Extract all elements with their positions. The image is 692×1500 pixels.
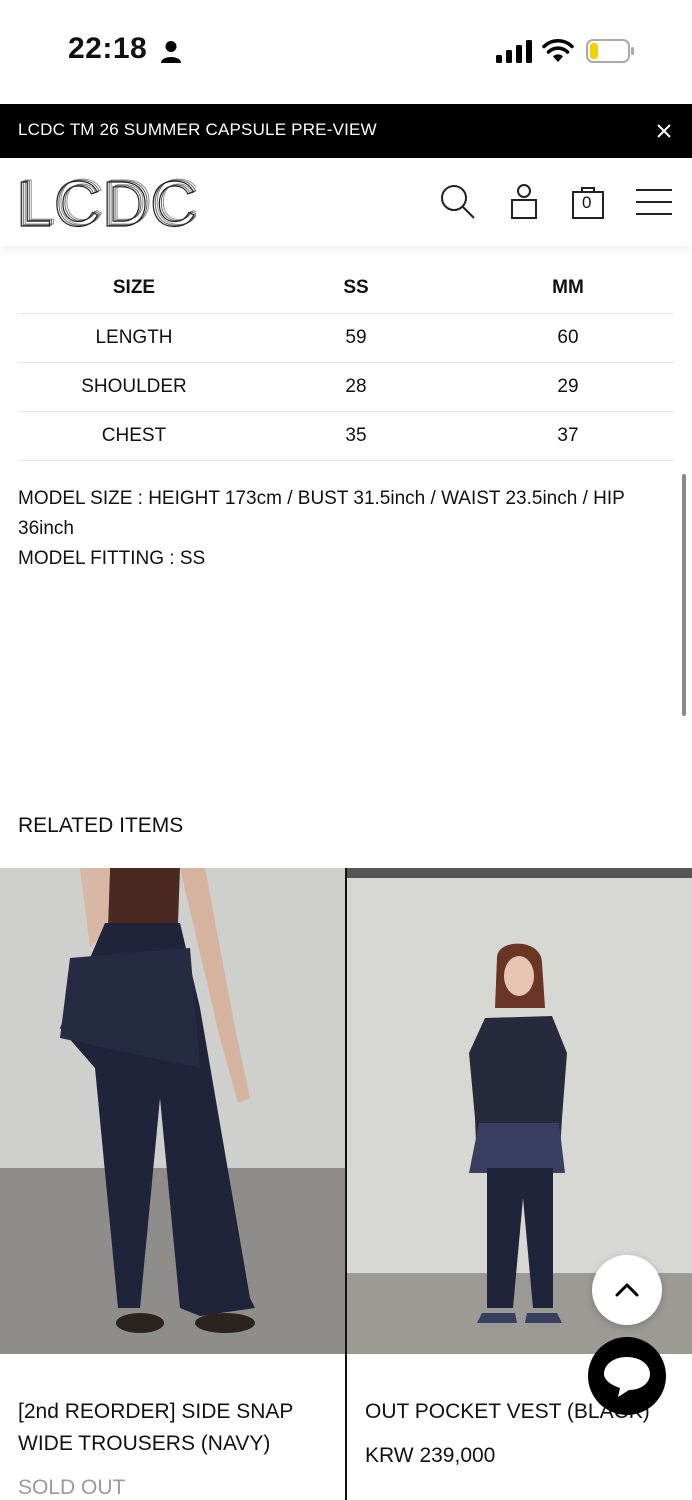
sold-out-label: SOLD OUT [18,1476,126,1499]
table-cell: SHOULDER [18,362,250,412]
table-cell: CHEST [18,411,250,461]
cellular-signal-icon [496,40,532,63]
mm-header: MM [462,264,674,314]
model-info: MODEL SIZE : HEIGHT 173cm / BUST 31.5inc… [18,484,658,574]
size-table: SIZE SS MM LENGTH 59 60 SHOULDER 28 29 C… [18,264,674,461]
chat-bubble-icon [604,1357,650,1397]
table-cell: 59 [250,313,462,363]
table-cell: 60 [462,313,674,363]
announcement-text[interactable]: LCDC TM 26 SUMMER CAPSULE PRE-VIEW [18,120,377,140]
chat-button[interactable] [588,1337,666,1415]
ss-header: SS [250,264,462,314]
site-header: LCDC LCDC LCDC 0 [0,158,692,246]
table-row: CHEST 35 37 [18,411,674,461]
size-table-header-row: SIZE SS MM [18,264,674,314]
table-cell: 28 [250,362,462,412]
status-time: 22:18 [68,32,148,65]
chevron-up-icon [615,1283,639,1297]
product-image[interactable] [0,868,345,1354]
menu-icon[interactable] [634,182,674,222]
search-icon[interactable] [438,182,478,222]
svg-text:LCDC: LCDC [20,174,196,230]
announcement-bar: LCDC TM 26 SUMMER CAPSULE PRE-VIEW [0,104,692,158]
cart-count: 0 [582,193,592,212]
status-bar: 22:18 [0,0,692,104]
related-items-title: RELATED ITEMS [18,814,184,837]
account-icon[interactable] [504,182,544,222]
table-cell: 35 [250,411,462,461]
model-fitting-text: MODEL FITTING : SS [18,548,206,569]
table-cell: 37 [462,411,674,461]
table-cell: LENGTH [18,313,250,363]
cart-button[interactable]: 0 [568,182,608,222]
table-cell: 29 [462,362,674,412]
table-row: SHOULDER 28 29 [18,362,674,412]
close-icon[interactable] [654,121,674,141]
person-icon [161,41,181,63]
product-name[interactable]: [2nd REORDER] SIDE SNAP WIDE TROUSERS (N… [18,1396,328,1460]
model-size-text: MODEL SIZE : HEIGHT 173cm / BUST 31.5inc… [18,488,625,539]
scroll-to-top-button[interactable] [592,1255,662,1325]
wifi-icon [542,39,574,62]
size-header: SIZE [18,264,250,314]
product-price: KRW 239,000 [365,1444,496,1467]
scrollbar[interactable] [682,474,686,716]
table-row: LENGTH 59 60 [18,313,674,363]
product-card[interactable]: [2nd REORDER] SIDE SNAP WIDE TROUSERS (N… [0,868,345,1500]
lcdc-logo[interactable]: LCDC LCDC LCDC [16,174,196,230]
battery-icon [586,39,634,63]
